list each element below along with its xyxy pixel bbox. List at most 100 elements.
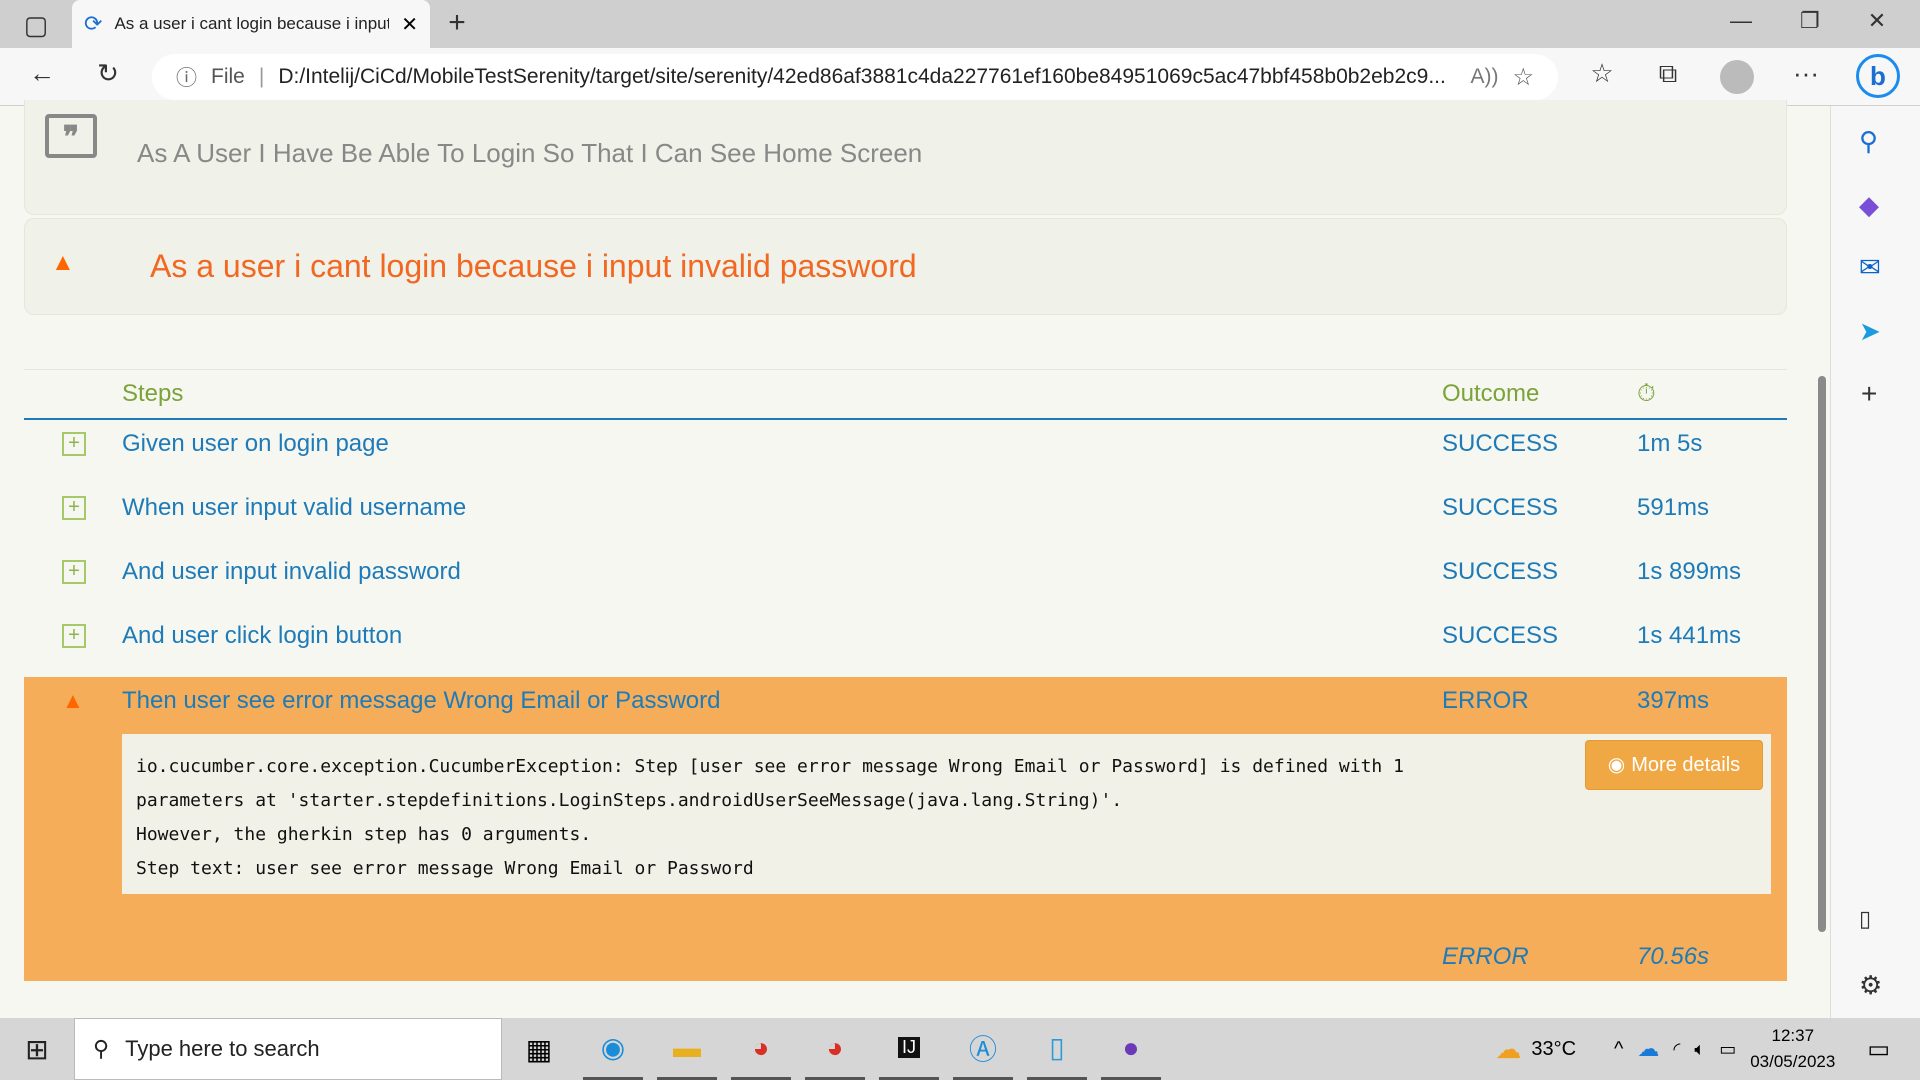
add-icon[interactable]: + bbox=[1861, 378, 1877, 410]
outcome-header: Outcome bbox=[1442, 380, 1540, 407]
narrative-panel: ❞ As A User I Have Be Able To Login So T… bbox=[24, 100, 1787, 215]
task-view-icon[interactable]: ▦ bbox=[509, 1018, 569, 1080]
edge-sidebar: ⚲ ◆ ✉ ➤ + ▯ ⚙ bbox=[1830, 106, 1920, 1018]
close-tab-icon[interactable]: ✕ bbox=[401, 12, 418, 37]
profile-avatar[interactable] bbox=[1720, 60, 1754, 94]
copilot-icon[interactable]: ◆ bbox=[1859, 190, 1879, 221]
taskbar-search[interactable]: ⚲ Type here to search bbox=[74, 1018, 502, 1080]
scenario-title-panel: ▲ As a user i cant login because i input… bbox=[24, 218, 1787, 315]
read-aloud-icon[interactable]: A)) bbox=[1470, 65, 1498, 89]
volume-icon[interactable]: 🔈︎ bbox=[1694, 1039, 1705, 1060]
battery-icon[interactable]: ▭ bbox=[1719, 1039, 1736, 1060]
quote-icon: ❞ bbox=[45, 114, 97, 158]
url-bar[interactable]: ⓘ File | D:/Intelij/CiCd/MobileTestSeren… bbox=[152, 54, 1558, 100]
time: 12:37 bbox=[1771, 1026, 1815, 1045]
exception-line: parameters at 'starter.stepdefinitions.L… bbox=[136, 790, 1123, 811]
table-row[interactable]: + When user input valid username SUCCESS 59… bbox=[24, 476, 1787, 540]
windows-start-icon[interactable]: ⊞ bbox=[7, 1018, 67, 1080]
step-outcome: SUCCESS bbox=[1442, 430, 1559, 457]
total-outcome: ERROR bbox=[1442, 943, 1529, 970]
bing-icon[interactable]: b bbox=[1856, 54, 1900, 98]
intellij-icon[interactable]: IJ bbox=[879, 1018, 939, 1080]
hide-sidebar-icon[interactable]: ▯ bbox=[1859, 906, 1871, 932]
phone-app-icon[interactable]: ▯ bbox=[1027, 1018, 1087, 1080]
scenario-footer: ERROR 70.56s bbox=[24, 933, 1787, 981]
eclipse-app-icon[interactable]: ● bbox=[1101, 1018, 1161, 1080]
expand-icon[interactable]: + bbox=[62, 496, 86, 520]
exception-line: Step text: user see error message Wrong … bbox=[136, 858, 754, 879]
url-text: D:/Intelij/CiCd/MobileTestSerenity/targe… bbox=[278, 65, 1446, 88]
chrome-icon[interactable]: ◕ bbox=[731, 1018, 791, 1080]
notifications-icon[interactable]: ▭ bbox=[1867, 1035, 1890, 1064]
serenity-favicon-icon: ⟳ bbox=[84, 11, 103, 36]
favorites-icon[interactable]: ☆ bbox=[1582, 58, 1622, 89]
error-row[interactable]: ▲ Then user see error message Wrong Emai… bbox=[24, 677, 1787, 725]
restore-icon[interactable]: ❐ bbox=[1800, 8, 1820, 34]
total-duration: 70.56s bbox=[1637, 943, 1710, 970]
exception-line: io.cucumber.core.exception.CucumberExcep… bbox=[136, 756, 1404, 777]
expand-icon[interactable]: + bbox=[62, 432, 86, 456]
step-name[interactable]: Then user see error message Wrong Email … bbox=[122, 687, 1442, 715]
error-step-block: ▲ Then user see error message Wrong Emai… bbox=[24, 677, 1787, 981]
browser-tab[interactable]: ⟳ As a user i cant login because i input… bbox=[72, 0, 430, 48]
step-name[interactable]: Given user on login page bbox=[122, 430, 1442, 458]
table-row[interactable]: + And user click login button SUCCESS 1s 44… bbox=[24, 604, 1787, 668]
step-outcome: SUCCESS bbox=[1442, 494, 1559, 521]
wifi-icon[interactable]: ◜ bbox=[1673, 1039, 1680, 1060]
step-duration: 397ms bbox=[1637, 687, 1710, 714]
step-duration: 1s 441ms bbox=[1637, 622, 1742, 649]
step-duration: 1m 5s bbox=[1637, 430, 1703, 457]
appium-icon[interactable]: Ⓐ bbox=[953, 1018, 1013, 1080]
table-row[interactable]: + And user input invalid password SUCCESS 1… bbox=[24, 540, 1787, 604]
file-explorer-icon[interactable]: ▬ bbox=[657, 1018, 717, 1080]
weather-icon[interactable]: ☁ bbox=[1495, 1034, 1521, 1065]
taskbar: ⊞ ⚲ Type here to search ▦ ◉ ▬ ◕ ◕ IJ Ⓐ ▯ … bbox=[0, 1018, 1920, 1080]
narrative-text: As A User I Have Be Able To Login So Tha… bbox=[137, 138, 923, 168]
scrollbar-thumb[interactable] bbox=[1818, 376, 1826, 932]
tab-actions-icon[interactable]: ▢ bbox=[16, 10, 56, 41]
timer-icon: ⏱ bbox=[1637, 380, 1656, 407]
step-outcome: ERROR bbox=[1442, 687, 1529, 714]
show-hidden-icons[interactable]: ^ bbox=[1614, 1038, 1623, 1061]
more-icon[interactable]: ··· bbox=[1786, 58, 1826, 89]
step-duration: 591ms bbox=[1637, 494, 1710, 521]
settings-icon[interactable]: ⚙ bbox=[1859, 970, 1882, 1001]
telegram-icon[interactable]: ➤ bbox=[1859, 316, 1881, 347]
url-scheme: File bbox=[211, 65, 245, 88]
edge-app-icon[interactable]: ◉ bbox=[583, 1018, 643, 1080]
date: 03/05/2023 bbox=[1750, 1052, 1836, 1071]
exception-line: However, the gherkin step has 0 argument… bbox=[136, 824, 592, 845]
expand-icon[interactable]: + bbox=[62, 624, 86, 648]
collections-icon[interactable]: ⧉ bbox=[1648, 58, 1688, 90]
step-duration: 1s 899ms bbox=[1637, 558, 1742, 585]
search-icon: ⚲ bbox=[93, 1036, 110, 1061]
onedrive-icon[interactable]: ☁ bbox=[1637, 1036, 1659, 1062]
close-window-icon[interactable]: ✕ bbox=[1868, 8, 1886, 34]
step-name[interactable]: When user input valid username bbox=[122, 494, 1442, 522]
scenario-title: As a user i cant login because i input i… bbox=[150, 248, 917, 284]
more-details-label: More details bbox=[1631, 754, 1741, 776]
weather-temp[interactable]: 33°C bbox=[1531, 1038, 1576, 1061]
expand-icon[interactable]: + bbox=[62, 560, 86, 584]
outlook-icon[interactable]: ✉ bbox=[1859, 252, 1881, 283]
step-name[interactable]: And user input invalid password bbox=[122, 558, 1442, 586]
add-favorite-icon[interactable]: ☆ bbox=[1512, 63, 1534, 92]
search-icon[interactable]: ⚲ bbox=[1859, 126, 1878, 157]
minimize-icon[interactable]: — bbox=[1730, 8, 1752, 34]
chrome-profile-icon[interactable]: ◕ bbox=[805, 1018, 865, 1080]
back-icon[interactable]: ← bbox=[22, 58, 62, 89]
steps-header: Steps bbox=[122, 380, 184, 407]
table-row[interactable]: + Given user on login page SUCCESS 1m 5s bbox=[24, 412, 1787, 476]
eye-icon: ◉ bbox=[1607, 754, 1626, 776]
step-outcome: SUCCESS bbox=[1442, 558, 1559, 585]
search-placeholder: Type here to search bbox=[125, 1036, 320, 1061]
refresh-icon[interactable]: ↻ bbox=[88, 58, 128, 89]
info-icon: ⓘ bbox=[176, 67, 197, 90]
warning-icon: ▲ bbox=[51, 249, 75, 276]
divider: | bbox=[258, 65, 265, 88]
more-details-button[interactable]: ◉ More details bbox=[1585, 740, 1763, 790]
new-tab-icon[interactable]: + bbox=[437, 6, 477, 40]
exception-box: io.cucumber.core.exception.CucumberExcep… bbox=[122, 734, 1771, 894]
clock[interactable]: 12:37 03/05/2023 bbox=[1750, 1023, 1835, 1075]
step-name[interactable]: And user click login button bbox=[122, 622, 1442, 650]
